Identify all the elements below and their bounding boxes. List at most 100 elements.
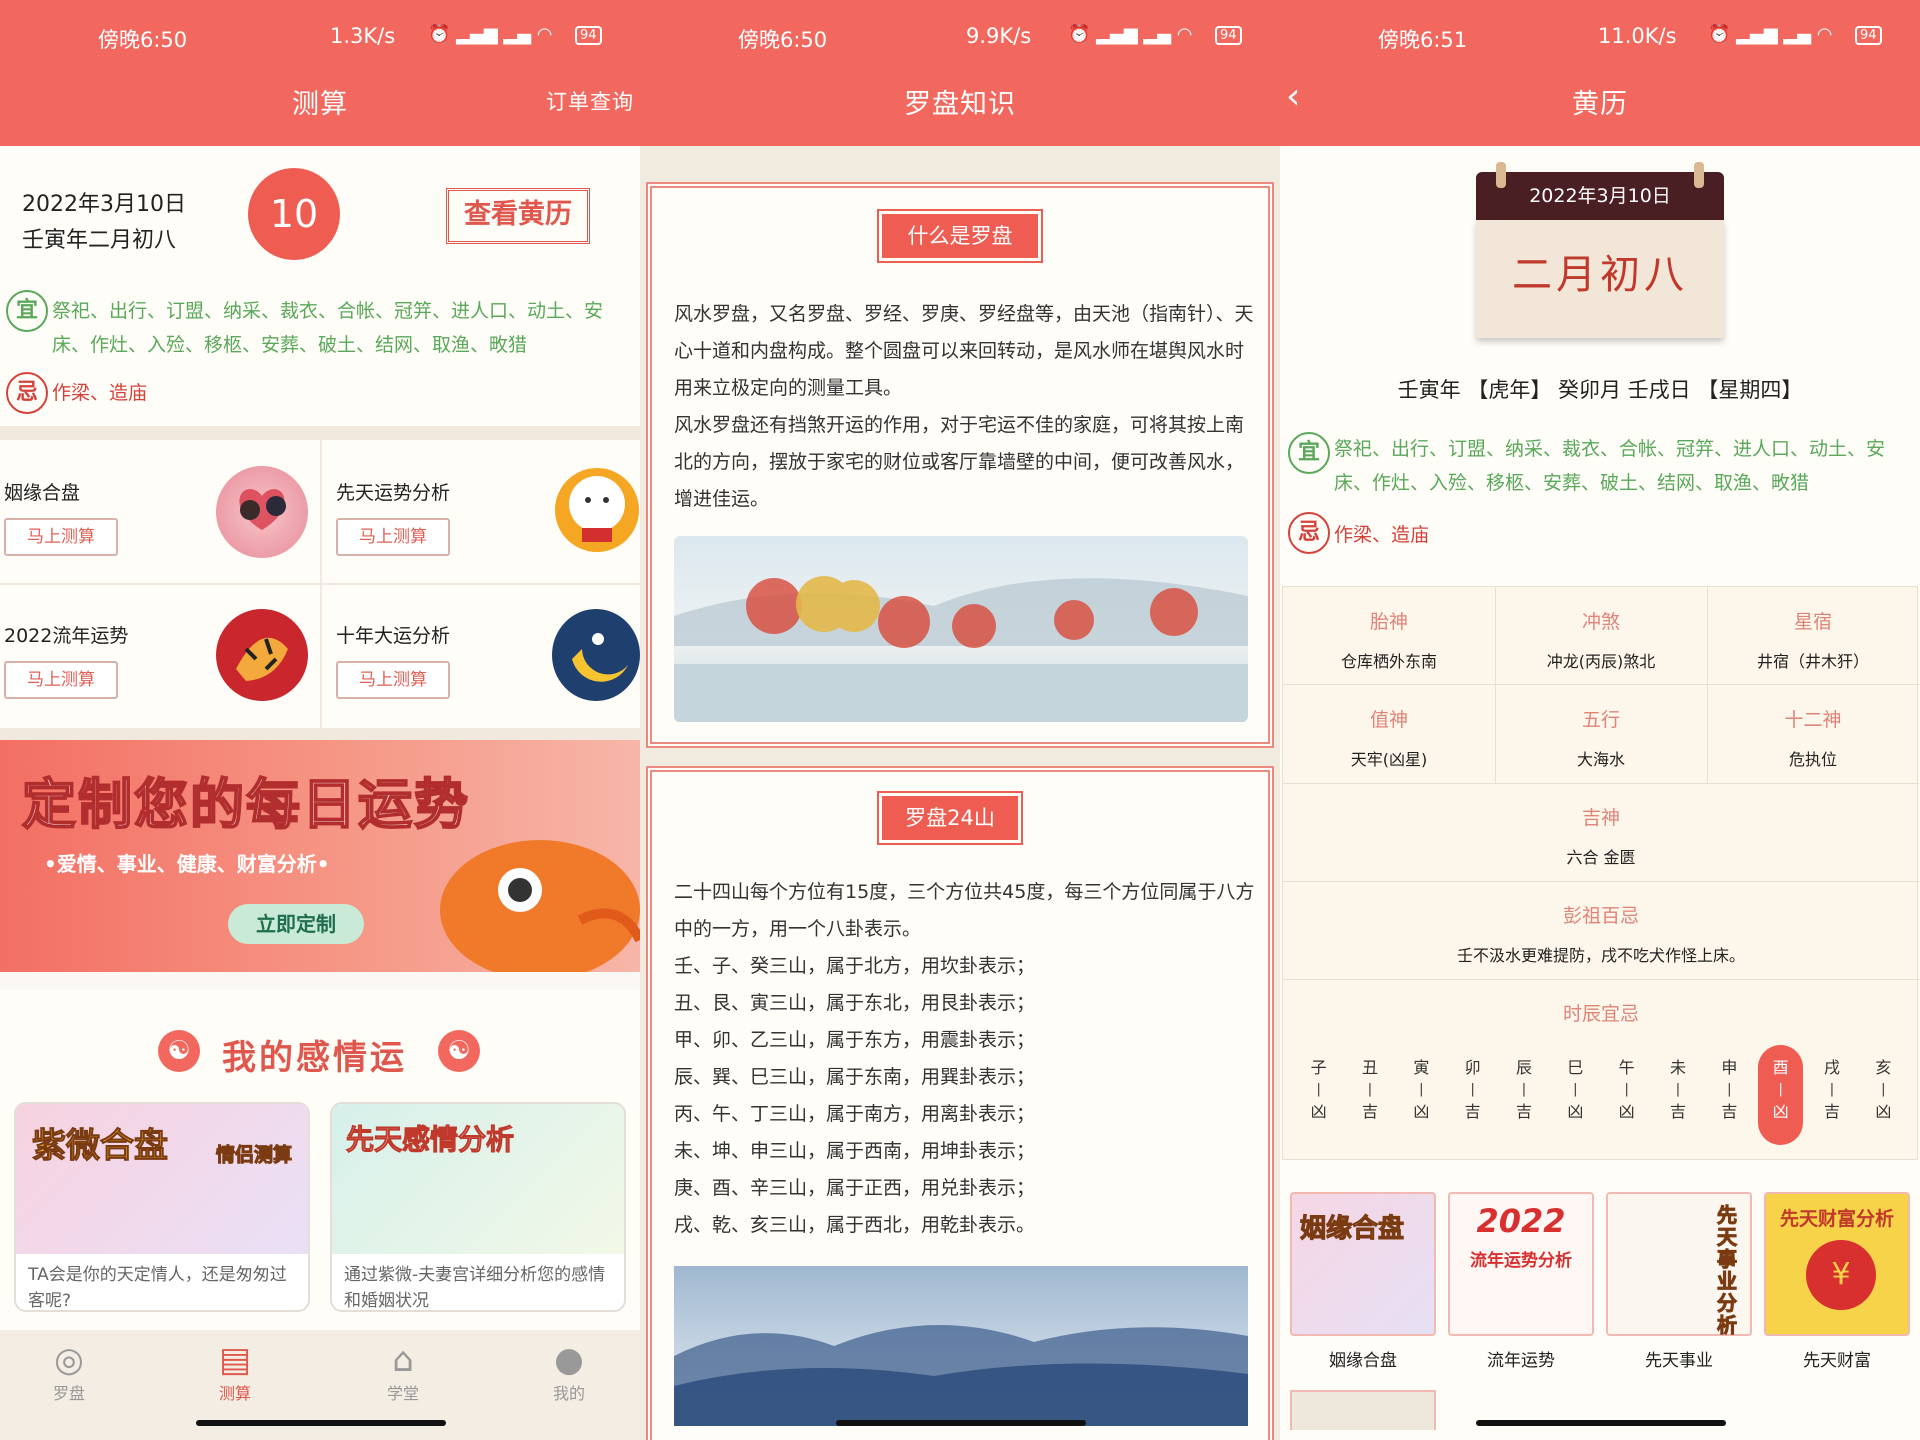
yi-text: 祭祀、出行、订盟、纳采、裁衣、合帐、冠笄、进人口、动土、安床、作灶、入殓、移柩、…: [1334, 438, 1886, 494]
shichen-branch: 卯: [1464, 1058, 1481, 1077]
view-almanac-button[interactable]: 查看黄历: [446, 188, 590, 244]
couple-illustration: [216, 466, 308, 558]
status-time: 傍晚6:50: [98, 28, 188, 52]
tab-compass[interactable]: ◎ 罗盘: [36, 1340, 102, 1404]
info-value: 井宿（井木犴）: [1756, 652, 1869, 671]
info-value: 天牢(凶星): [1350, 750, 1428, 769]
shichen-result: 吉: [1823, 1102, 1840, 1121]
service-art: 2022: [1476, 1202, 1566, 1240]
lucky-cat-illustration: [552, 462, 640, 558]
section-body: 二十四山每个方位有15度，三个方位共45度，每三个方位同属于八方中的一方，用一个…: [674, 874, 1258, 1244]
service-grid: 姻缘合盘 马上测算 先天运势分析 马上测算 2022流年运势 马上测算 十年大运…: [0, 440, 640, 728]
body-line: 戌、乾、亥三山，属于西北，用乾卦表示。: [674, 1214, 1036, 1236]
card-decade-fortune[interactable]: 十年大运分析 马上测算: [322, 585, 640, 728]
fortune-screen: 傍晚6:50 1.3K/s ⏰ ▂▄▆ ▂▄ ◠ 94 测算 订单查询 ‹ 20…: [0, 0, 640, 1440]
calendar-date: 2022年3月10日: [1476, 172, 1724, 220]
card-innate-fortune[interactable]: 先天运势分析 马上测算: [322, 440, 640, 583]
test-now-button[interactable]: 马上测算: [4, 518, 118, 556]
body-line: 二十四山每个方位有15度，三个方位共45度，每三个方位同属于八方中的一方，用一个…: [674, 881, 1255, 940]
shichen-result: 吉: [1669, 1102, 1686, 1121]
home-indicator[interactable]: [196, 1420, 446, 1426]
info-cell: 五行 大海水: [1495, 705, 1707, 770]
yi-text: 祭祀、出行、订盟、纳采、裁衣、合帐、冠笄、进人口、动土、安床、作灶、入殓、移柩、…: [52, 300, 604, 356]
daily-fortune-banner[interactable]: 定制您的每日运势 •爱情、事业、健康、财富分析• 立即定制: [0, 740, 640, 972]
home-indicator[interactable]: [836, 1420, 1086, 1426]
home-indicator[interactable]: [1476, 1420, 1726, 1426]
shichen-item: 卯 | 吉: [1450, 1045, 1495, 1145]
shichen-branch: 巳: [1567, 1058, 1584, 1077]
shichen-branch: 亥: [1875, 1058, 1892, 1077]
test-now-button[interactable]: 马上测算: [336, 518, 450, 556]
shichen-branch: 申: [1721, 1058, 1738, 1077]
shichen-item: 戌 | 吉: [1809, 1045, 1854, 1145]
compass-24-mountains-section: 罗盘24山 二十四山每个方位有15度，三个方位共45度，每三个方位同属于八方中的…: [646, 766, 1274, 1440]
what-is-compass-section: 什么是罗盘 风水罗盘，又名罗盘、罗经、罗庚、罗经盘等，由天池（指南针）、天心十道…: [646, 182, 1274, 748]
tab-bar: ◎ 罗盘 ▤ 测算 ⌂ 学堂 ● 我的: [0, 1330, 640, 1440]
body-line: 甲、卯、乙三山，属于东方，用震卦表示；: [674, 1029, 1036, 1051]
ji-text: 作梁、造庙: [52, 382, 148, 404]
innate-love-card[interactable]: 先天感情分析 通过紫微-夫妻宫详细分析您的感情和婚姻状况: [330, 1102, 626, 1312]
section-paragraph: 风水罗盘，又名罗盘、罗经、罗庚、罗经盘等，由天池（指南针）、天心十道和内盘构成。…: [674, 303, 1254, 399]
landscape-image: [674, 536, 1248, 722]
innate-love-art: 先天感情分析: [332, 1104, 624, 1254]
status-bar: 傍晚6:51 11.0K/s ⏰ ▂▄▆ ▂▄ ◠ 94: [1280, 24, 1920, 52]
net-speed: 9.9K/s: [966, 24, 1032, 48]
shichen-result: 吉: [1464, 1102, 1481, 1121]
card-art-tag: 情侣测算: [215, 1144, 293, 1167]
test-now-button[interactable]: 马上测算: [336, 661, 450, 699]
card-2022-fortune[interactable]: 2022流年运势 马上测算: [0, 585, 320, 728]
service-career[interactable]: 先天事业分析 先天事业: [1606, 1192, 1752, 1371]
bottom-services: 姻缘合盘 姻缘合盘 2022 流年运势分析 流年运势 先天事业分析 先天事业 先…: [1280, 1182, 1920, 1378]
koi-fish-illustration: [440, 840, 640, 972]
shichen-branch: 午: [1618, 1058, 1635, 1077]
shichen-result: 凶: [1567, 1102, 1584, 1121]
shichen-item: 子 | 凶: [1296, 1045, 1341, 1145]
test-now-button[interactable]: 马上测算: [4, 661, 118, 699]
net-speed: 11.0K/s: [1598, 24, 1677, 48]
service-marriage[interactable]: 姻缘合盘 姻缘合盘: [1290, 1192, 1436, 1371]
section-title: 什么是罗盘: [877, 209, 1043, 263]
shichen-branch: 未: [1669, 1058, 1686, 1077]
info-cell: 星宿 井宿（井木犴）: [1707, 607, 1919, 672]
tab-school[interactable]: ⌂ 学堂: [370, 1340, 436, 1404]
tab-fortune[interactable]: ▤ 测算: [202, 1340, 268, 1404]
header: 傍晚6:50 9.9K/s ⏰ ▂▄▆ ▂▄ ◠ 94 罗盘知识: [640, 0, 1280, 146]
compass-knowledge-screen: 傍晚6:50 9.9K/s ⏰ ▂▄▆ ▂▄ ◠ 94 罗盘知识 什么是罗盘 风…: [640, 0, 1280, 1440]
info-key: 值神: [1369, 709, 1408, 731]
divider: [0, 728, 640, 740]
divider: [0, 426, 640, 440]
moon-illustration: [552, 609, 640, 701]
today-card: 2022年3月10日 壬寅年二月初八 10 查看黄历 宜 祭祀、出行、订盟、纳采…: [0, 146, 640, 426]
yin-yang-icon: ☯: [158, 1030, 200, 1072]
shichen-item: 酉 | 凶: [1758, 1045, 1804, 1145]
mountain-image: [674, 1266, 1248, 1426]
shichen-item: 丑 | 吉: [1347, 1045, 1392, 1145]
service-annual[interactable]: 2022 流年运势分析 流年运势: [1448, 1192, 1594, 1371]
customize-button[interactable]: 立即定制: [228, 904, 364, 944]
info-value: 仓库栖外东南: [1340, 652, 1437, 671]
shichen-branch: 子: [1310, 1058, 1327, 1077]
back-arrow-icon[interactable]: ‹: [1286, 76, 1300, 117]
service-wealth[interactable]: 先天财富分析 ¥ 先天财富: [1764, 1192, 1910, 1371]
body-line: 辰、巽、巳三山，属于东南，用巽卦表示；: [674, 1066, 1036, 1088]
status-bar: 傍晚6:50 1.3K/s ⏰ ▂▄▆ ▂▄ ◠ 94: [0, 24, 640, 52]
shichen-result: 凶: [1772, 1102, 1789, 1121]
tab-mine[interactable]: ● 我的: [536, 1340, 602, 1404]
shichen-item: 辰 | 吉: [1501, 1045, 1546, 1145]
shichen-branch: 酉: [1772, 1058, 1789, 1077]
battery-icon: 94: [575, 26, 602, 45]
card-art-title: 紫微合盘: [32, 1126, 169, 1167]
card-marriage[interactable]: 姻缘合盘 马上测算: [0, 440, 320, 583]
info-value: 冲龙(丙辰)煞北: [1546, 652, 1656, 671]
search-doc-icon: ▤: [218, 1340, 252, 1380]
card-title: 先天运势分析: [336, 482, 451, 504]
yi-badge: 宜: [1288, 432, 1330, 474]
info-key: 彭祖百忌: [1562, 905, 1639, 927]
order-query-link[interactable]: 订单查询: [546, 86, 634, 116]
love-title: 我的感情运: [222, 1038, 407, 1078]
ziwei-match-card[interactable]: 紫微合盘 情侣测算 TA会是你的天定情人，还是匆匆过客呢?: [14, 1102, 310, 1312]
info-key: 五行: [1581, 709, 1620, 731]
user-icon: ●: [554, 1340, 584, 1380]
info-cell: 冲煞 冲龙(丙辰)煞北: [1495, 607, 1707, 672]
ji-badge: 忌: [6, 372, 48, 414]
